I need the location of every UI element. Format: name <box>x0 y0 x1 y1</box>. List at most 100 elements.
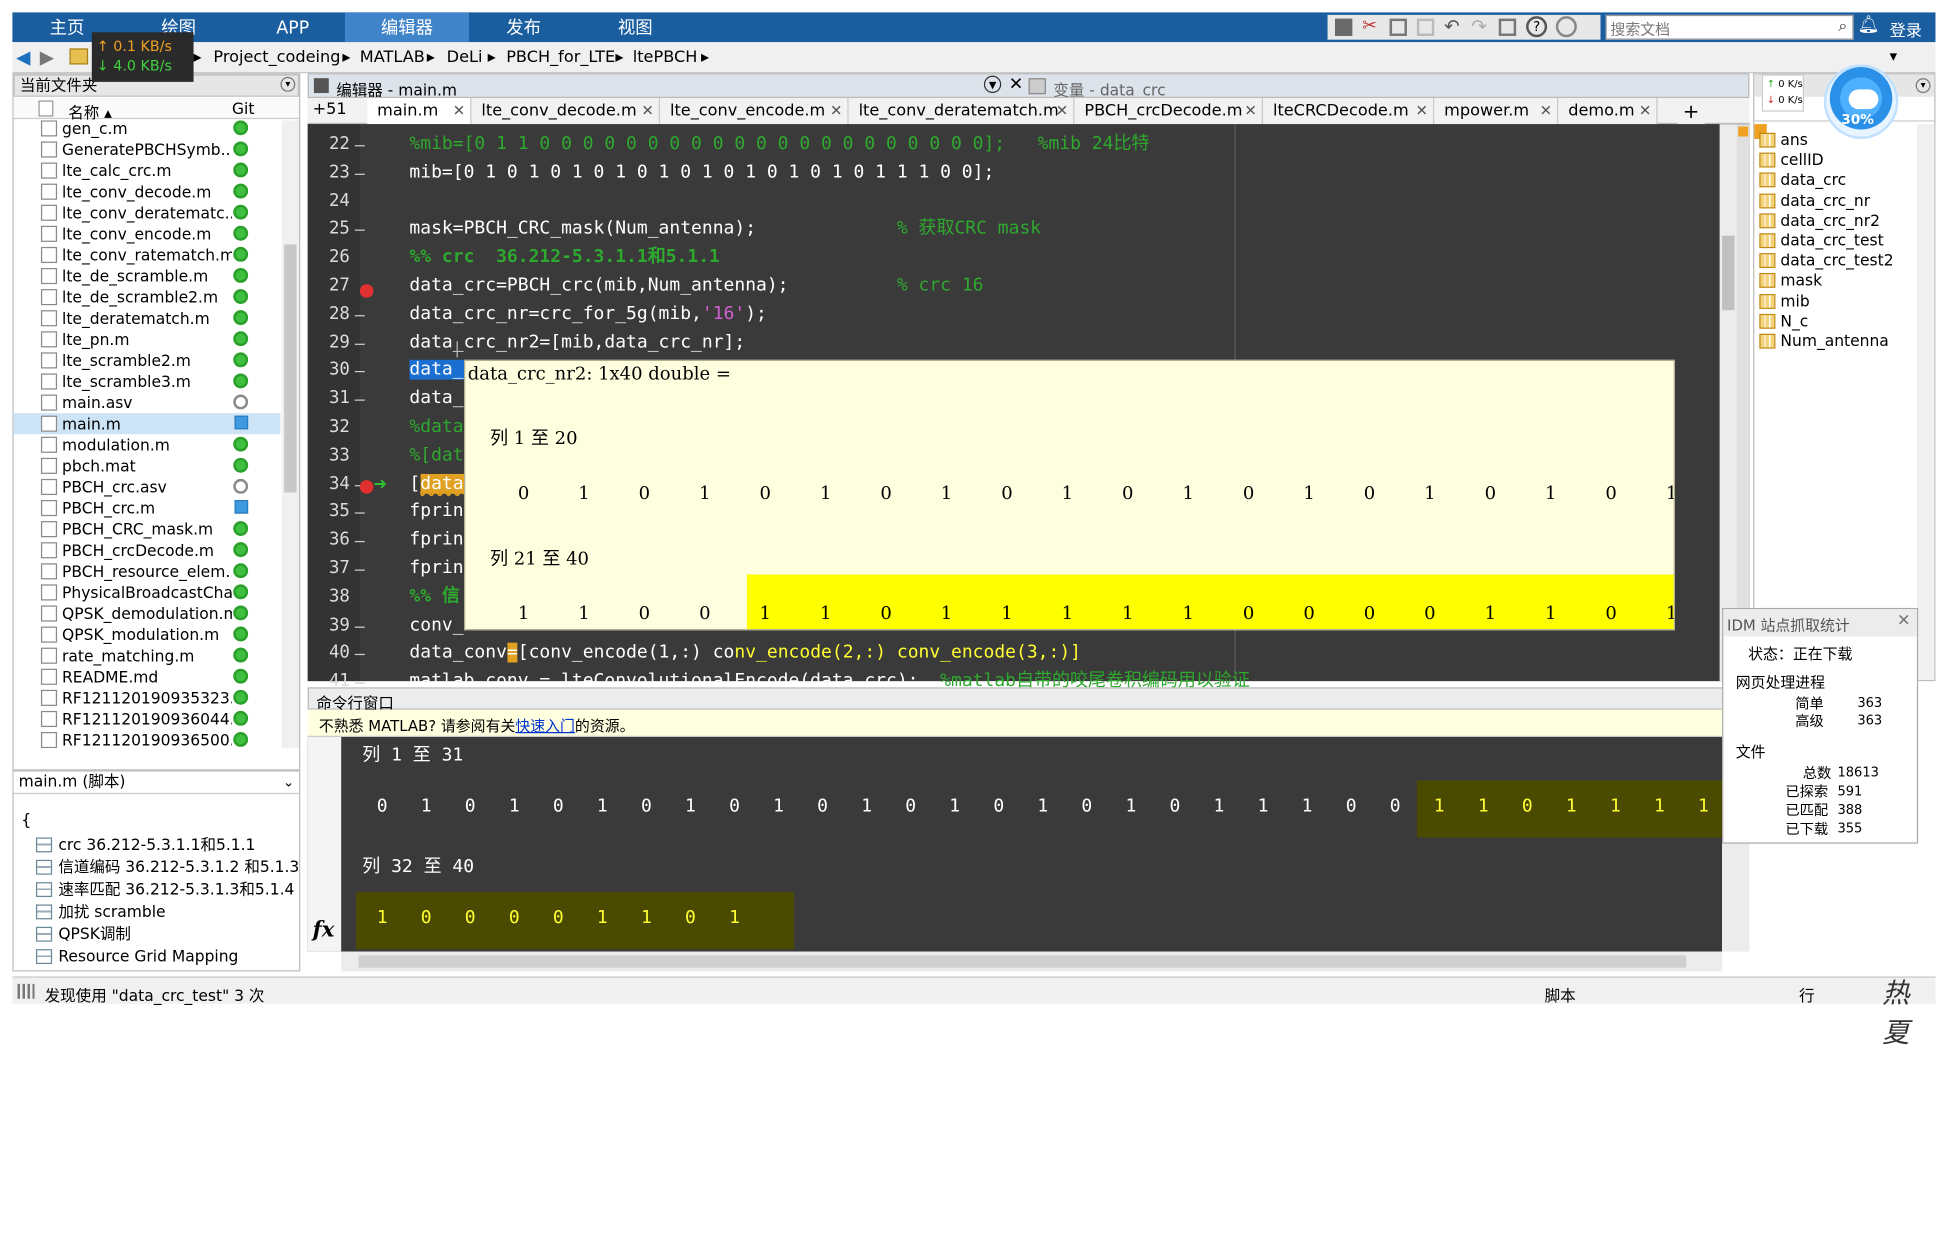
file-row[interactable]: RF121120190936044... <box>14 708 281 729</box>
code-vscroll[interactable] <box>1719 124 1737 682</box>
breakpoint-icon[interactable] <box>359 284 374 298</box>
command-hscroll[interactable] <box>341 951 1723 972</box>
file-row[interactable]: PBCH_CRC_mask.m <box>14 519 281 540</box>
editor-tab[interactable]: mpower.m ✕ <box>1434 98 1559 125</box>
editor-tab[interactable]: lte_conv_deratematch.m ✕ <box>848 98 1075 125</box>
editor-close-icon[interactable]: ✕ <box>1009 74 1024 94</box>
panel-menu-icon[interactable]: ▾ <box>280 76 296 92</box>
code-line[interactable]: data_conv=[conv_encode(1,:) conv_encode(… <box>409 639 1081 668</box>
code-line[interactable]: conv_ <box>409 611 463 640</box>
file-row[interactable]: PBCH_crc.m <box>14 498 281 519</box>
file-list-scrollbar[interactable] <box>281 120 300 749</box>
file-row[interactable]: GeneratePBCHSymb... <box>14 139 281 160</box>
code-line[interactable]: data_ <box>409 385 463 414</box>
tab-view[interactable]: 视图 <box>598 12 672 42</box>
file-row[interactable]: lte_conv_ratematch.m <box>14 244 281 265</box>
community-icon[interactable] <box>1555 16 1577 38</box>
search-input[interactable]: 搜索文档 <box>1610 19 1670 40</box>
code-line[interactable]: fprin <box>409 526 463 555</box>
file-row[interactable]: RF121120190935323... <box>14 687 281 708</box>
file-row[interactable]: lte_de_scramble.m <box>14 266 281 287</box>
hidden-tabs-count[interactable]: +51 <box>313 100 347 119</box>
file-row[interactable]: README.md <box>14 666 281 687</box>
file-row[interactable]: pbch.mat <box>14 455 281 476</box>
address-segment[interactable]: ltePBCH <box>633 48 698 67</box>
tab-close-icon[interactable]: ✕ <box>1540 98 1552 124</box>
code-line[interactable]: %% crc 36.212-5.3.1.1和5.1.1 <box>409 243 719 272</box>
cut-icon[interactable]: ✂ <box>1362 16 1377 36</box>
file-row[interactable]: modulation.m <box>14 434 281 455</box>
code-line[interactable]: %% 信 <box>409 583 460 612</box>
editor-tab[interactable]: lteCRCDecode.m ✕ <box>1263 98 1435 125</box>
file-row[interactable]: lte_scramble2.m <box>14 350 281 371</box>
tab-publish[interactable]: 发布 <box>486 12 560 42</box>
tab-close-icon[interactable]: ✕ <box>830 98 842 124</box>
column-git[interactable]: Git <box>232 99 254 118</box>
file-row[interactable]: PhysicalBroadcastCha... <box>14 582 281 603</box>
quickstart-link[interactable]: 快速入门 <box>515 717 575 734</box>
code-line[interactable]: fprin <box>409 555 463 584</box>
tab-close-icon[interactable]: ✕ <box>1244 98 1256 124</box>
code-line[interactable]: %data <box>409 413 463 442</box>
code-line[interactable]: fprin <box>409 498 463 527</box>
editor-tab[interactable]: lte_conv_decode.m ✕ <box>471 98 661 125</box>
scroll-thumb[interactable] <box>1722 235 1735 311</box>
tab-close-icon[interactable]: ✕ <box>1639 98 1651 124</box>
outline-item[interactable]: QPSK调制 <box>35 923 131 945</box>
file-row[interactable]: PBCH_resource_elem... <box>14 561 281 582</box>
undo-icon[interactable]: ↶ <box>1444 15 1460 37</box>
column-name[interactable]: 名称 ▴ <box>68 99 112 123</box>
tab-app[interactable]: APP <box>256 12 330 42</box>
file-row[interactable]: lte_conv_encode.m <box>14 223 281 244</box>
file-row[interactable]: lte_conv_deratematc... <box>14 202 281 223</box>
code-line[interactable]: mib=[0 1 0 1 0 1 0 1 0 1 0 1 0 1 0 1 0 1… <box>409 159 994 188</box>
code-line[interactable]: %mib=[0 1 1 0 0 0 0 0 0 0 0 0 0 0 0 0 0 … <box>409 130 1149 159</box>
code-line[interactable]: data_crc=PBCH_crc(mib,Num_antenna); % cr… <box>409 272 983 301</box>
new-tab-button[interactable]: + <box>1677 98 1705 125</box>
address-segment[interactable]: MATLAB <box>360 48 425 67</box>
back-arrow-icon[interactable]: ◀ <box>16 46 30 68</box>
bell-icon[interactable]: 🔔︎ <box>1857 15 1879 35</box>
editor-tab[interactable]: PBCH_crcDecode.m ✕ <box>1074 98 1264 125</box>
login-link[interactable]: 登录 <box>1890 17 1922 41</box>
file-row[interactable]: PBCH_crc.asv <box>14 476 281 497</box>
tab-editor[interactable]: 编辑器 <box>344 12 469 43</box>
file-row[interactable]: lte_de_scramble2.m <box>14 287 281 308</box>
outline-item[interactable]: 速率匹配 36.212-5.3.1.3和5.1.4 <box>35 878 294 900</box>
panel-menu-icon[interactable]: ▾ <box>1915 78 1931 94</box>
breakpoint-icon[interactable] <box>359 480 374 494</box>
command-output[interactable]: 列 1 至 31 列 32 至 40 0 1 0 1 0 1 0 1 0 1 0 1 0 1 0 1 0 1 0 1 1… <box>307 736 1723 952</box>
editor-menu-icon[interactable]: ▾ <box>983 75 1002 94</box>
address-segment[interactable]: PBCH_for_LTE <box>506 48 615 67</box>
forward-arrow-icon[interactable]: ▶ <box>40 46 54 68</box>
details-collapse-icon[interactable]: ⌄ <box>283 774 294 790</box>
fx-prompt-icon[interactable]: fx <box>313 918 335 943</box>
outline-item[interactable]: 加扰 scramble <box>35 901 166 923</box>
tab-close-icon[interactable]: ✕ <box>1416 98 1428 124</box>
file-row[interactable]: lte_conv_decode.m <box>14 181 281 202</box>
help-icon[interactable]: ? <box>1526 16 1548 38</box>
copy-icon[interactable] <box>1389 18 1407 36</box>
idm-close-icon[interactable]: ✕ <box>1897 612 1911 631</box>
up-folder-icon[interactable] <box>69 48 89 65</box>
address-dropdown-icon[interactable]: ▾ <box>1890 47 1897 64</box>
save-icon[interactable] <box>1334 18 1353 36</box>
address-segment[interactable]: Project_codeing <box>213 48 340 67</box>
editor-tab[interactable]: lte_conv_encode.m ✕ <box>660 98 849 125</box>
file-row[interactable]: QPSK_modulation.m <box>14 624 281 645</box>
assistant-ring[interactable]: 30% <box>1823 64 1899 139</box>
file-row[interactable]: gen_c.m <box>14 120 281 139</box>
file-row[interactable]: RF121120190936500... <box>14 730 281 749</box>
editor-tab[interactable]: main.m ✕ <box>367 98 472 125</box>
file-row[interactable]: lte_deratematch.m <box>14 308 281 329</box>
file-row[interactable]: rate_matching.m <box>14 645 281 666</box>
file-row[interactable]: main.m <box>13 413 281 435</box>
scroll-thumb[interactable] <box>358 955 1687 968</box>
file-row[interactable]: PBCH_crcDecode.m <box>14 540 281 561</box>
code-line[interactable]: data_crc_nr=crc_for_5g(mib,'16'); <box>409 300 766 329</box>
workspace-scrollbar[interactable] <box>1916 124 1935 680</box>
file-row[interactable]: lte_scramble3.m <box>14 371 281 392</box>
tab-close-icon[interactable]: ✕ <box>1056 98 1068 124</box>
tab-close-icon[interactable]: ✕ <box>641 98 653 124</box>
code-line[interactable]: mask=PBCH_CRC_mask(Num_antenna); % 获取CRC… <box>409 215 1041 244</box>
